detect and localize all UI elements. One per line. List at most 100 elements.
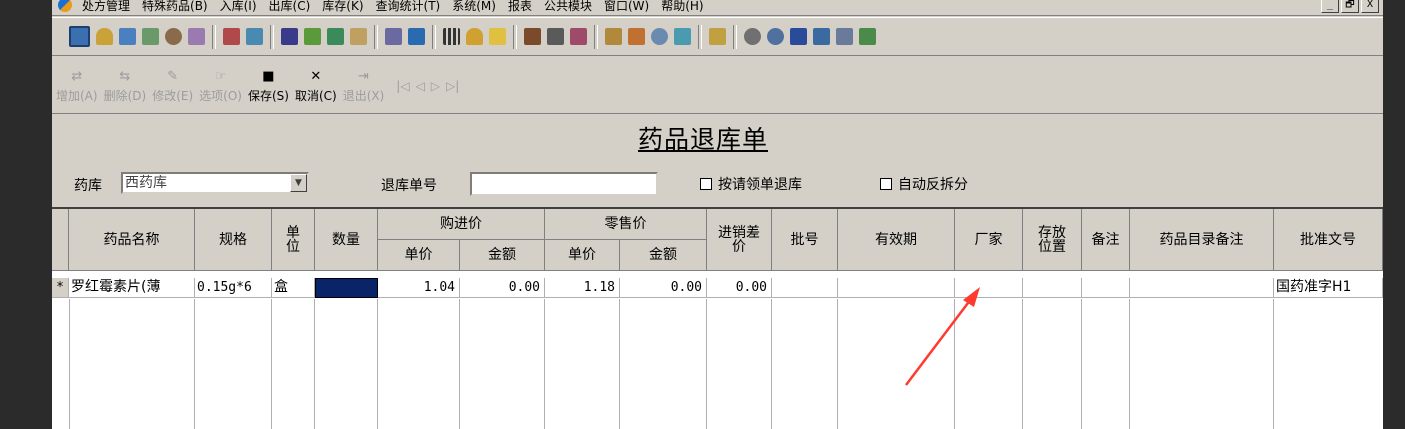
cell-purchase-price[interactable]: 1.04 xyxy=(378,278,460,298)
col-note[interactable]: 备注 xyxy=(1082,209,1130,271)
cell-note[interactable] xyxy=(1082,278,1130,298)
grid-line xyxy=(271,299,272,429)
monitor-icon[interactable] xyxy=(69,26,90,47)
grid-line xyxy=(69,299,70,429)
menu-stock-in[interactable]: 入库(I) xyxy=(214,0,263,14)
prev-record-button[interactable]: ◁ xyxy=(416,79,425,93)
return-no-input[interactable] xyxy=(470,172,658,196)
col-purchase-unit-price[interactable]: 单价 xyxy=(378,240,460,271)
col-expiry[interactable]: 有效期 xyxy=(838,209,955,271)
col-batch[interactable]: 批号 xyxy=(772,209,838,271)
annotation-arrow xyxy=(905,287,980,386)
list-icon[interactable] xyxy=(790,28,807,45)
checkbox-box[interactable] xyxy=(700,178,712,190)
col-drug-name[interactable]: 药品名称 xyxy=(69,209,195,271)
options-icon: ☞ xyxy=(214,69,227,84)
col-retail-amount[interactable]: 金额 xyxy=(620,240,707,271)
chevron-down-icon[interactable]: ▼ xyxy=(290,174,307,192)
magnifier-icon[interactable] xyxy=(651,28,668,45)
database-icon[interactable] xyxy=(605,28,622,45)
form-icon[interactable] xyxy=(385,28,402,45)
cell-approval-no[interactable]: 国药准字H1 xyxy=(1274,278,1383,298)
add-button[interactable]: ⇄ 增加(A) xyxy=(56,57,98,104)
chart-icon[interactable] xyxy=(674,28,691,45)
col-manufacturer[interactable]: 厂家 xyxy=(955,209,1023,271)
warehouse-select[interactable]: 西药库 ▼ xyxy=(121,172,309,194)
col-approval-no[interactable]: 批准文号 xyxy=(1274,209,1383,271)
last-record-button[interactable]: ▷| xyxy=(446,79,459,93)
grid-line xyxy=(377,299,378,429)
minimize-button[interactable]: _ xyxy=(1321,0,1339,13)
menu-help[interactable]: 帮助(H) xyxy=(655,0,709,14)
menu-reports[interactable]: 报表 xyxy=(502,0,538,14)
modify-button[interactable]: ✎ 修改(E) xyxy=(152,57,193,104)
cancel-button[interactable]: ✕ 取消(C) xyxy=(295,57,337,104)
import-icon[interactable] xyxy=(281,28,298,45)
search-icon[interactable] xyxy=(767,28,784,45)
menu-inventory[interactable]: 库存(K) xyxy=(316,0,369,14)
cell-quantity-selected[interactable] xyxy=(315,278,378,298)
cell-retail-price[interactable]: 1.18 xyxy=(545,278,620,298)
close-button[interactable]: X xyxy=(1361,0,1379,13)
cell-unit[interactable]: 盒 xyxy=(272,278,315,298)
cell-catalog-note[interactable] xyxy=(1130,278,1274,298)
calendar-icon[interactable] xyxy=(408,28,425,45)
truck-icon[interactable] xyxy=(547,28,564,45)
menu-special-drugs[interactable]: 特殊药品(B) xyxy=(136,0,214,14)
folder-icon[interactable] xyxy=(709,28,726,45)
next-record-button[interactable]: ▷ xyxy=(431,79,440,93)
exit-button[interactable]: ⇥ 退出(X) xyxy=(343,57,385,104)
col-unit[interactable]: 单位 xyxy=(272,209,315,271)
auto-split-checkbox[interactable]: 自动反拆分 xyxy=(880,174,968,194)
gear-icon[interactable] xyxy=(744,28,761,45)
glasses-icon[interactable] xyxy=(165,28,182,45)
windows-icon[interactable] xyxy=(813,28,830,45)
forward-icon[interactable] xyxy=(836,28,853,45)
document-icon[interactable] xyxy=(142,28,159,45)
checklist-icon[interactable] xyxy=(119,28,136,45)
first-record-button[interactable]: |◁ xyxy=(396,79,409,93)
pills-icon[interactable] xyxy=(188,28,205,45)
cell-spec[interactable]: 0.15g*6 xyxy=(195,278,272,298)
restore-button[interactable]: 🗗 xyxy=(1341,0,1359,13)
checkmark-icon[interactable] xyxy=(304,28,321,45)
menu-system[interactable]: 系统(M) xyxy=(446,0,502,14)
menu-window[interactable]: 窗口(W) xyxy=(598,0,655,14)
requisition-return-checkbox[interactable]: 按请领单退库 xyxy=(700,174,802,194)
edit-icon[interactable] xyxy=(350,28,367,45)
clipboard-icon[interactable] xyxy=(489,28,506,45)
grid-icon[interactable] xyxy=(443,28,460,45)
col-price-diff[interactable]: 进销差价 xyxy=(707,209,772,271)
cell-purchase-amount[interactable]: 0.00 xyxy=(460,278,545,298)
save-button[interactable]: ■ 保存(S) xyxy=(248,57,289,104)
window-controls: _ 🗗 X xyxy=(1321,0,1379,13)
report-icon[interactable] xyxy=(223,28,240,45)
options-button[interactable]: ☞ 选项(O) xyxy=(199,57,242,104)
transfer-icon[interactable] xyxy=(570,28,587,45)
app-window: 处方管理 特殊药品(B) 入库(I) 出库(C) 库存(K) 查询统计(T) 系… xyxy=(52,0,1383,429)
menu-query[interactable]: 查询统计(T) xyxy=(370,0,447,14)
cell-batch[interactable] xyxy=(772,278,838,298)
col-retail-unit-price[interactable]: 单价 xyxy=(545,240,620,271)
col-purchase-amount[interactable]: 金额 xyxy=(460,240,545,271)
thermometer-icon[interactable] xyxy=(628,28,645,45)
alarm-icon[interactable] xyxy=(466,28,483,45)
table-icon[interactable] xyxy=(246,28,263,45)
menu-prescription[interactable]: 处方管理 xyxy=(76,0,136,14)
checkbox-box[interactable] xyxy=(880,178,892,190)
cell-location[interactable] xyxy=(1023,278,1082,298)
box-icon[interactable] xyxy=(524,28,541,45)
cell-price-diff[interactable]: 0.00 xyxy=(707,278,772,298)
logout-icon[interactable] xyxy=(859,28,876,45)
col-location[interactable]: 存放位置 xyxy=(1023,209,1082,271)
delete-button[interactable]: ⇆ 删除(D) xyxy=(104,57,147,104)
exit-door-icon[interactable] xyxy=(327,28,344,45)
col-spec[interactable]: 规格 xyxy=(195,209,272,271)
cell-drug-name[interactable]: 罗红霉素片(薄 xyxy=(69,278,195,298)
bell-icon[interactable] xyxy=(96,28,113,45)
menu-common[interactable]: 公共模块 xyxy=(538,0,598,14)
cell-retail-amount[interactable]: 0.00 xyxy=(620,278,707,298)
col-catalog-note[interactable]: 药品目录备注 xyxy=(1130,209,1274,271)
col-quantity[interactable]: 数量 xyxy=(315,209,378,271)
menu-stock-out[interactable]: 出库(C) xyxy=(263,0,317,14)
